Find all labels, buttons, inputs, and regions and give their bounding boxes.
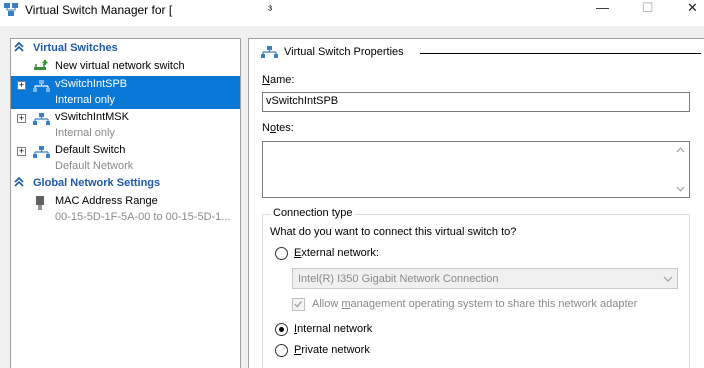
app-icon [4, 3, 18, 16]
internal-network-label[interactable]: Internal network [294, 323, 372, 335]
switch-item-default-switch[interactable]: + Default Switch Default Network [11, 142, 240, 175]
network-switch-icon [33, 113, 50, 125]
radio-selected-dot [279, 327, 284, 332]
network-switch-icon [33, 146, 50, 158]
allow-management-label: Allow management operating system to sha… [312, 298, 638, 310]
connection-type-title: Connection type [271, 207, 355, 219]
maximize-button[interactable]: ☐ [625, 0, 670, 20]
properties-heading: Virtual Switch Properties [260, 45, 701, 61]
switch-item-vswitchintspb[interactable]: + vSwitchIntSPB Internal only [11, 76, 240, 109]
internal-network-radio[interactable] [275, 323, 288, 336]
mac-address-range-item[interactable]: MAC Address Range 00-15-5D-1F-5A-00 to 0… [11, 193, 240, 227]
switch-name: Default Switch [55, 144, 126, 156]
scroll-down-icon[interactable] [676, 185, 685, 193]
mac-address-icon [36, 196, 44, 210]
allow-management-checkbox[interactable] [292, 298, 305, 311]
notes-scrollbar[interactable] [672, 142, 689, 197]
expand-icon[interactable]: + [17, 114, 26, 123]
window-title: Virtual Switch Manager for [ [25, 3, 173, 17]
new-switch-label: New virtual network switch [55, 60, 185, 72]
collapse-chevron-icon [14, 42, 24, 52]
notes-textarea[interactable] [262, 141, 690, 198]
close-button[interactable]: ✕ [670, 0, 704, 20]
external-network-radio[interactable] [275, 247, 288, 260]
switch-name-input[interactable]: vSwitchIntSPB [262, 92, 690, 112]
switch-type: Default Network [55, 160, 134, 172]
switch-properties-pane: Virtual Switch Properties Name: vSwitchI… [248, 38, 704, 368]
private-network-radio[interactable] [275, 344, 288, 357]
virtual-switches-label: Virtual Switches [33, 42, 118, 54]
connection-question: What do you want to connect this virtual… [270, 226, 517, 238]
global-network-settings-header[interactable]: Global Network Settings [11, 176, 240, 191]
network-switch-icon [261, 46, 278, 58]
global-network-settings-label: Global Network Settings [33, 177, 161, 189]
scroll-up-icon[interactable] [676, 146, 685, 154]
expand-icon[interactable]: + [17, 81, 26, 90]
external-adapter-select[interactable]: Intel(R) I350 Gigabit Network Connection [292, 268, 678, 289]
mac-address-value: 00-15-5D-1F-5A-00 to 00-15-5D-1... [55, 211, 231, 223]
collapse-chevron-icon [14, 177, 24, 187]
switch-tree-pane: Virtual Switches New virtual network swi… [10, 38, 241, 368]
combo-dropdown-icon[interactable] [663, 274, 673, 284]
heading-divider [420, 53, 701, 54]
new-switch-icon [34, 60, 48, 70]
private-network-label[interactable]: Private network [294, 344, 370, 356]
minimize-button[interactable]: — [580, 0, 625, 20]
name-label: Name: [262, 74, 295, 86]
external-network-label[interactable]: External network: [294, 247, 379, 259]
properties-title: Virtual Switch Properties [284, 46, 404, 58]
new-virtual-switch-item[interactable]: New virtual network switch [11, 58, 240, 75]
window-title-tail: ³ [268, 3, 272, 17]
title-bar: Virtual Switch Manager for [ ³ — ☐ ✕ [0, 0, 704, 26]
switch-item-vswitchintmsk[interactable]: + vSwitchIntMSK Internal only [11, 109, 240, 142]
notes-label: Notes: [262, 122, 294, 134]
virtual-switches-header[interactable]: Virtual Switches [11, 41, 240, 56]
switch-type: Internal only [55, 127, 115, 139]
switch-name: vSwitchIntSPB [55, 78, 128, 90]
switch-name: vSwitchIntMSK [55, 111, 129, 123]
check-icon [294, 301, 302, 308]
switch-type: Internal only [55, 94, 115, 106]
mac-address-label: MAC Address Range [55, 195, 158, 207]
network-switch-icon [33, 80, 50, 92]
expand-icon[interactable]: + [17, 147, 26, 156]
adapter-value: Intel(R) I350 Gigabit Network Connection [298, 273, 499, 285]
